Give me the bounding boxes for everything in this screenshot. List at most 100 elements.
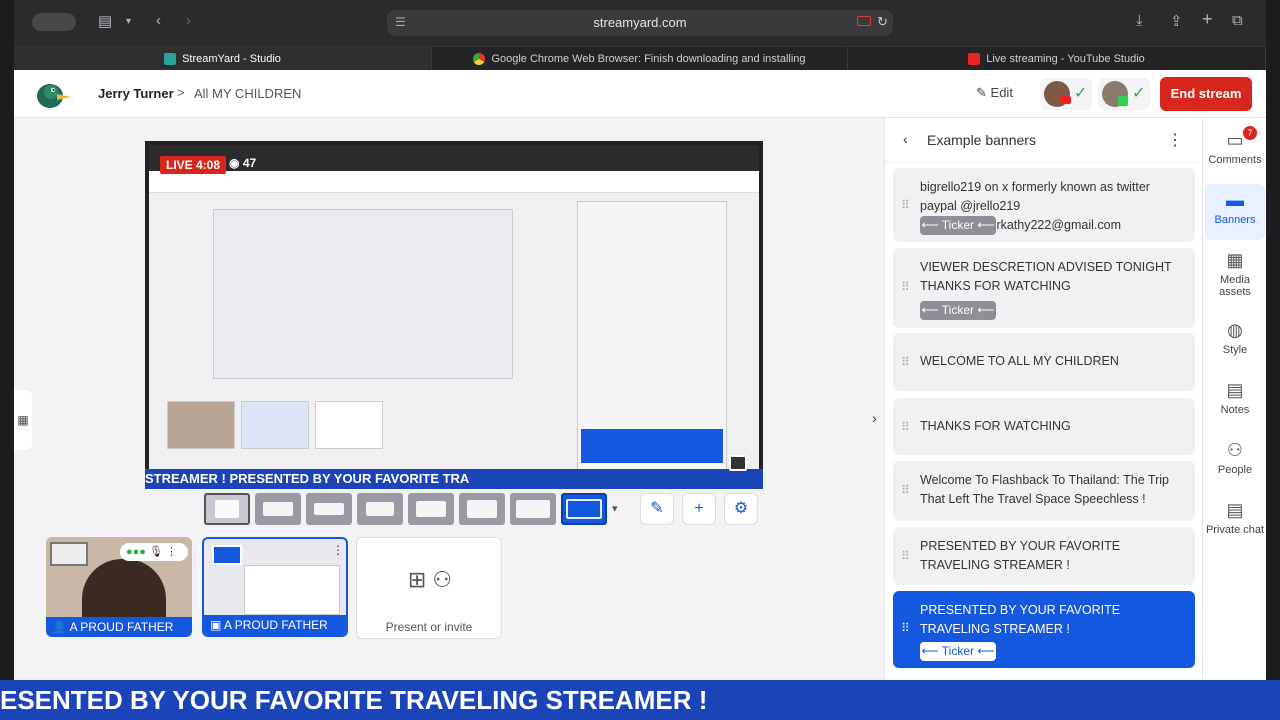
browser-toolbar: ▤ ▾ ‹ › ☰ streamyard.com ↻ ⤓ ⇪ + ⧉ bbox=[14, 0, 1266, 46]
drag-handle-icon[interactable]: ⠿ bbox=[901, 420, 910, 434]
stage-ticker-banner: STREAMER ! PRESENTED BY YOUR FAVORITE TR… bbox=[145, 469, 763, 489]
download-icon[interactable]: ⤓ bbox=[1136, 12, 1143, 29]
banners-panel: ‹ Example banners ⋮ ⠿ bigrello219 on x f… bbox=[884, 118, 1203, 680]
tab-chrome[interactable]: Google Chrome Web Browser: Finish downlo… bbox=[432, 47, 848, 71]
more-options-icon[interactable]: ⋮ bbox=[1167, 130, 1183, 150]
rail-label: Banners bbox=[1214, 214, 1256, 226]
sidebar-icon[interactable]: ▤ bbox=[98, 12, 112, 30]
address-bar[interactable]: ☰ streamyard.com ↻ bbox=[387, 10, 893, 36]
tab-bar: StreamYard - Studio Google Chrome Web Br… bbox=[14, 46, 1266, 71]
layout-group-icon bbox=[263, 502, 293, 516]
camera-indicator-icon[interactable] bbox=[857, 16, 871, 26]
rail-item-banners[interactable]: ▬ Banners bbox=[1205, 184, 1265, 240]
back-arrow-icon[interactable]: ‹ bbox=[903, 131, 908, 147]
banner-item[interactable]: ⠿ PRESENTED BY YOUR FAVORITE TRAVELING S… bbox=[893, 527, 1195, 585]
banner-text: WELCOME TO ALL MY CHILDREN bbox=[920, 354, 1119, 368]
eye-icon: ◉ bbox=[229, 156, 240, 170]
more-icon[interactable]: ⋮ bbox=[332, 543, 344, 557]
screen-share-icon bbox=[212, 545, 242, 565]
banners-icon: ▬ bbox=[1226, 190, 1244, 210]
chevron-down-icon[interactable]: ▾ bbox=[126, 16, 131, 27]
microphone-icon[interactable]: 🎙 bbox=[149, 546, 163, 558]
present-or-invite-button[interactable]: ⊞ ⚇ Present or invite bbox=[356, 537, 502, 639]
add-layout-button[interactable]: + bbox=[682, 493, 716, 525]
right-rail: ▭ 7 Comments ▬ Banners ▦ Media assets ◍ … bbox=[1202, 118, 1266, 680]
layout-fullscreen-button[interactable] bbox=[561, 493, 607, 525]
destination-youtube[interactable]: ✓ bbox=[1040, 78, 1092, 110]
edit-button[interactable]: ✎ Edit bbox=[976, 85, 1013, 101]
chevron-down-icon[interactable]: ▾ bbox=[612, 493, 618, 525]
layout-grid-icon bbox=[366, 502, 394, 516]
breadcrumb-show[interactable]: All MY CHILDREN bbox=[194, 86, 301, 101]
layout-cinema-button[interactable] bbox=[510, 493, 556, 525]
destination-kick[interactable]: ✓ bbox=[1098, 78, 1150, 110]
rail-label: Private chat bbox=[1205, 524, 1265, 536]
banner-item[interactable]: ⠿ bigrello219 on x formerly known as twi… bbox=[893, 168, 1195, 242]
rail-item-people[interactable]: ⚇ People bbox=[1205, 434, 1265, 490]
people-icon: ⚇ bbox=[1226, 440, 1244, 460]
edit-layout-button[interactable]: ✎ bbox=[640, 493, 674, 525]
drag-handle-icon[interactable]: ⠿ bbox=[901, 483, 910, 497]
layout-cinema-icon bbox=[516, 500, 550, 518]
layout-grid-button[interactable] bbox=[357, 493, 403, 525]
drag-handle-icon[interactable]: ⠿ bbox=[901, 549, 910, 563]
nested-stage bbox=[213, 209, 513, 379]
chat-icon: ▤ bbox=[1226, 500, 1244, 520]
forward-icon[interactable]: › bbox=[186, 12, 191, 29]
banner-item[interactable]: ⠿ WELCOME TO ALL MY CHILDREN bbox=[893, 333, 1195, 391]
present-invite-icon: ⊞ ⚇ bbox=[407, 567, 453, 592]
layout-side-icon bbox=[416, 501, 446, 517]
layout-icon: ▦ bbox=[17, 413, 29, 427]
ticker-badge: ⟵ Ticker ⟵ bbox=[920, 642, 996, 661]
rail-item-media-assets[interactable]: ▦ Media assets bbox=[1205, 244, 1265, 306]
end-stream-button[interactable]: End stream bbox=[1160, 77, 1252, 111]
participant-tile-camera[interactable]: ●●● 🎙 ⋮ 👤 A PROUD FATHER bbox=[46, 537, 192, 637]
gear-icon: ⚙ bbox=[733, 500, 749, 517]
layout-side-button[interactable] bbox=[408, 493, 454, 525]
tile-controls[interactable]: ●●● 🎙 ⋮ bbox=[120, 543, 188, 561]
banner-item-active[interactable]: ⠿ PRESENTED BY YOUR FAVORITE TRAVELING S… bbox=[893, 591, 1195, 668]
collapse-panel-icon[interactable]: › bbox=[872, 410, 877, 426]
participant-video bbox=[82, 559, 166, 619]
media-icon: ▦ bbox=[1226, 250, 1244, 270]
person-icon: 👤 bbox=[52, 620, 67, 634]
sidebar-pill[interactable] bbox=[32, 13, 76, 31]
tab-overview-icon[interactable]: ⧉ bbox=[1232, 12, 1243, 29]
layout-solo-button[interactable] bbox=[204, 493, 250, 525]
layout-leader-button[interactable] bbox=[306, 493, 352, 525]
tab-youtube-studio[interactable]: Live streaming - YouTube Studio bbox=[848, 47, 1266, 71]
fullscreen-icon[interactable] bbox=[729, 455, 747, 471]
drag-handle-icon[interactable]: ⠿ bbox=[901, 280, 910, 294]
rail-item-private-chat[interactable]: ▤ Private chat bbox=[1205, 494, 1265, 550]
layout-leader-icon bbox=[314, 503, 344, 515]
layout-solo-icon bbox=[215, 500, 239, 518]
layout-settings-button[interactable]: ⚙ bbox=[724, 493, 758, 525]
rail-item-notes[interactable]: ▤ Notes bbox=[1205, 374, 1265, 430]
left-sidebar-toggle[interactable]: ▦ bbox=[14, 390, 32, 450]
rail-item-style[interactable]: ◍ Style bbox=[1205, 314, 1265, 370]
new-tab-icon[interactable]: + bbox=[1202, 9, 1213, 30]
banner-item[interactable]: ⠿ THANKS FOR WATCHING bbox=[893, 398, 1195, 455]
drag-handle-icon[interactable]: ⠿ bbox=[901, 198, 910, 212]
breadcrumb-user[interactable]: Jerry Turner bbox=[98, 86, 174, 101]
banner-item[interactable]: ⠿ Welcome To Flashback To Thailand: The … bbox=[893, 461, 1195, 521]
layout-pip-button[interactable] bbox=[459, 493, 505, 525]
panel-header: ‹ Example banners ⋮ bbox=[885, 118, 1203, 162]
participant-name: A PROUD FATHER bbox=[69, 620, 174, 634]
reload-icon[interactable]: ↻ bbox=[877, 14, 888, 30]
check-icon: ✓ bbox=[1074, 85, 1088, 102]
tab-streamyard[interactable]: StreamYard - Studio bbox=[14, 47, 432, 71]
drag-handle-icon[interactable]: ⠿ bbox=[901, 621, 910, 635]
url-text: streamyard.com bbox=[593, 15, 687, 30]
drag-handle-icon[interactable]: ⠿ bbox=[901, 355, 910, 369]
screen-icon: ▣ bbox=[210, 618, 222, 632]
rail-item-comments[interactable]: ▭ 7 Comments bbox=[1205, 124, 1265, 180]
layout-group-button[interactable] bbox=[255, 493, 301, 525]
share-icon[interactable]: ⇪ bbox=[1170, 12, 1183, 30]
more-icon[interactable]: ⋮ bbox=[166, 546, 177, 558]
bottom-ticker-text: ESENTED BY YOUR FAVORITE TRAVELING STREA… bbox=[0, 685, 708, 715]
banner-item[interactable]: ⠿ VIEWER DESCRETION ADVISED TONIGHT THAN… bbox=[893, 248, 1195, 328]
present-or-invite-label: Present or invite bbox=[385, 620, 473, 634]
back-icon[interactable]: ‹ bbox=[156, 12, 161, 29]
participant-tile-screen[interactable]: ⋮ ▣ A PROUD FATHER bbox=[202, 537, 348, 637]
